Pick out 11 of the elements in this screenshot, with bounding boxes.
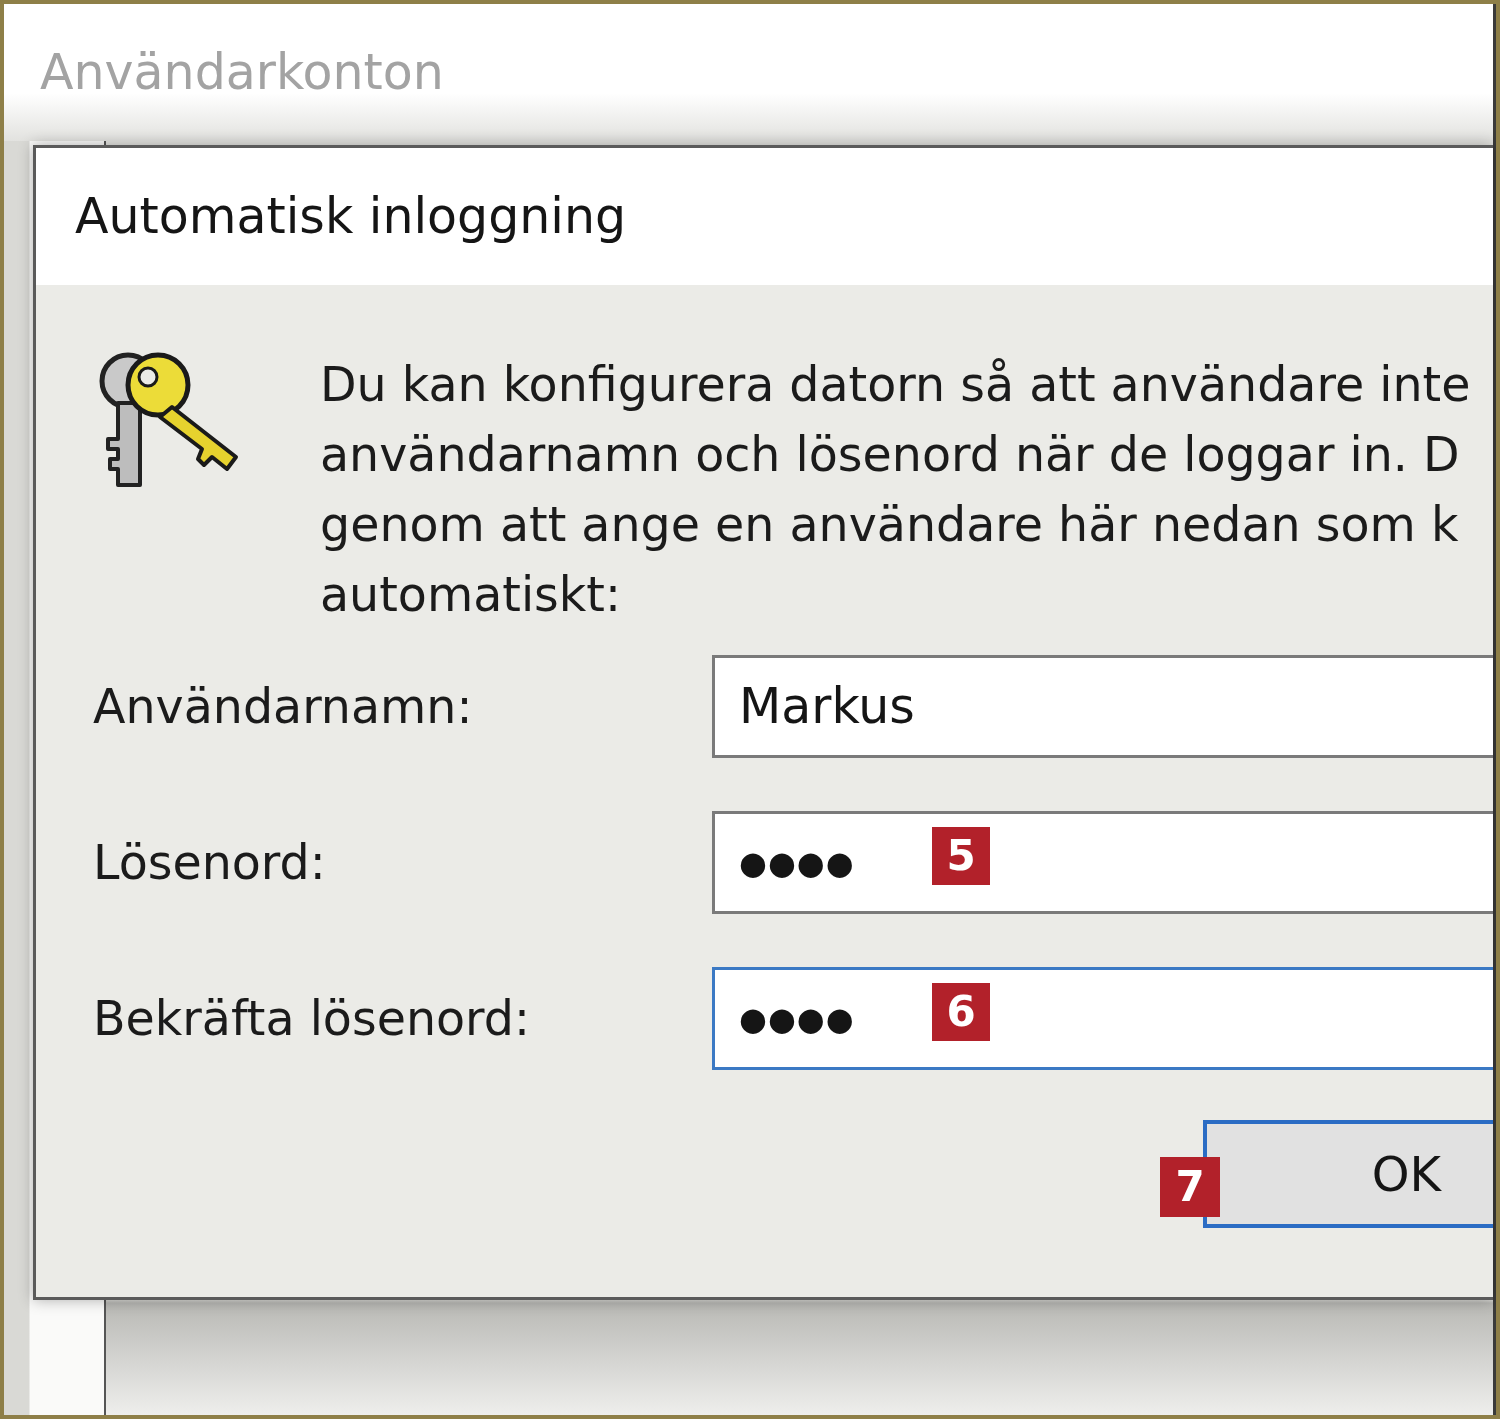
ok-button[interactable]: OK	[1203, 1120, 1493, 1228]
field-label: Lösenord:	[93, 835, 327, 890]
input-field[interactable]: Markus	[712, 655, 1493, 758]
window-title: Användarkonton	[40, 44, 444, 101]
step-badge: 7	[1160, 1157, 1220, 1217]
field-label: Bekräfta lösenord:	[93, 991, 531, 1046]
step-badge: 5	[932, 827, 990, 885]
description-text: Du kan konfigurera datorn så att användare inte användarnamn och lösenord när de loggar in. D genom att ange en användare här nedan som k automatiskt:	[320, 356, 1471, 624]
dialog-title: Automatisk inloggning	[75, 188, 627, 245]
step-badge: 6	[932, 983, 990, 1041]
field-label: Användarnamn:	[93, 679, 474, 734]
